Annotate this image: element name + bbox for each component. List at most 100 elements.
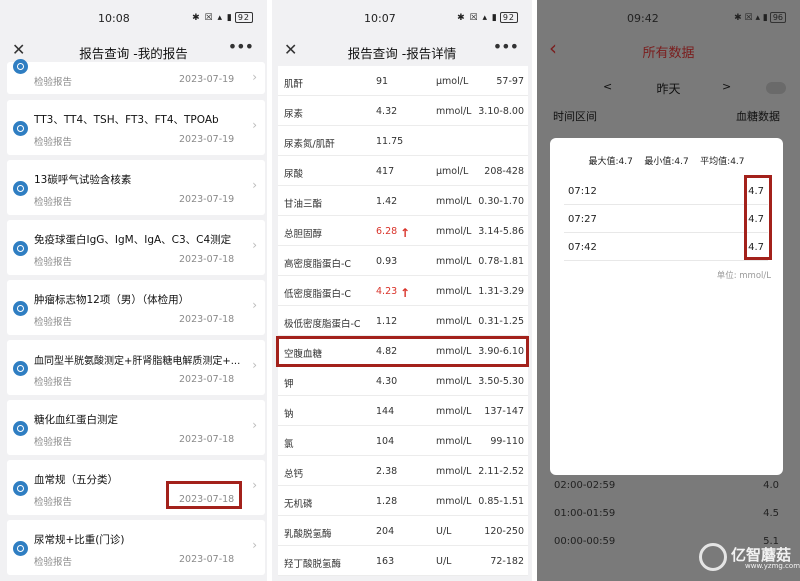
reference-range: 3.10-8.00 bbox=[478, 106, 524, 117]
report-name: 13碳呼气试验含核素 bbox=[34, 174, 132, 186]
report-item[interactable]: 肿瘤标志物12项（男）（体检用） 检验报告 2023-07-18 › bbox=[7, 280, 265, 335]
my-reports-screen: 10:08 ✱ ☒ ▴ ▮ 92 ✕ 报告查询 -我的报告 ••• 检验报告 20… bbox=[0, 0, 267, 581]
max-value: 4.7 bbox=[618, 157, 633, 167]
reference-range: 1.31-3.29 bbox=[478, 286, 524, 297]
report-icon bbox=[13, 301, 28, 316]
reference-range: 72-182 bbox=[490, 556, 524, 567]
reference-range: 137-147 bbox=[484, 406, 524, 417]
test-unit: μmol/L bbox=[436, 76, 469, 87]
test-unit: U/L bbox=[436, 526, 452, 537]
test-value: 2.38 bbox=[376, 466, 398, 477]
battery-level: 92 bbox=[234, 12, 253, 23]
table-row: 钾 4.30 mmol/L 3.50-5.30 bbox=[278, 366, 528, 396]
up-arrow-icon: ↑ bbox=[400, 226, 411, 240]
test-unit: mmol/L bbox=[436, 406, 472, 417]
status-icons: ✱ ☒ ▴ ▮ 92 bbox=[457, 12, 518, 23]
test-item: 氯 bbox=[284, 439, 294, 450]
test-item: 尿素氮/肌酐 bbox=[284, 139, 335, 150]
test-unit: μmol/L bbox=[436, 166, 469, 177]
test-unit: U/L bbox=[436, 556, 452, 567]
list-item[interactable]: 02:00-02:59 4.0 bbox=[550, 474, 783, 501]
reference-range: 120-250 bbox=[484, 526, 524, 537]
test-item: 低密度脂蛋白-C bbox=[284, 289, 352, 300]
reference-range: 0.30-1.70 bbox=[478, 196, 524, 207]
nav-bar: ‹ 所有数据 bbox=[537, 34, 800, 68]
test-value: 204 bbox=[376, 526, 395, 537]
test-value: 6.28 bbox=[376, 226, 398, 237]
test-value: 4.32 bbox=[376, 106, 398, 117]
test-item: 尿酸 bbox=[284, 169, 304, 180]
report-item[interactable]: 免疫球蛋白IgG、IgM、IgA、C3、C4测定 检验报告 2023-07-18… bbox=[7, 220, 265, 275]
report-item[interactable]: 血同型半胱氨酸测定+肝肾脂糖电解质测定+... 检验报告 2023-07-18 … bbox=[7, 340, 265, 395]
report-type: 检验报告 bbox=[34, 557, 73, 568]
report-date: 2023-07-18 bbox=[179, 314, 235, 325]
report-item[interactable]: 尿常规+比重(门诊) 检验报告 2023-07-18 › bbox=[7, 520, 265, 575]
test-item: 总胆固醇 bbox=[284, 229, 323, 240]
report-icon bbox=[13, 361, 28, 376]
table-row: 乳酸脱氢酶 204 U/L 120-250 bbox=[278, 516, 528, 546]
min-value: 4.7 bbox=[674, 157, 689, 167]
glucose-value: 4.5 bbox=[763, 508, 779, 519]
more-icon[interactable]: ••• bbox=[228, 37, 254, 56]
reference-range: 0.78-1.81 bbox=[478, 256, 524, 267]
more-icon[interactable]: ••• bbox=[493, 37, 519, 56]
reference-range: 0.31-1.25 bbox=[478, 316, 524, 327]
report-type: 检验报告 bbox=[34, 377, 73, 388]
test-value: 163 bbox=[376, 556, 395, 567]
report-date: 2023-07-19 bbox=[179, 134, 235, 145]
test-unit: mmol/L bbox=[436, 226, 472, 237]
report-detail-screen: 10:07 ✱ ☒ ▴ ▮ 92 ✕ 报告查询 -报告详情 ••• 肌酐 91 μmo… bbox=[272, 0, 532, 581]
list-item[interactable]: 01:00-01:59 4.5 bbox=[550, 502, 783, 529]
report-date: 2023-07-19 bbox=[179, 194, 235, 205]
reading-time: 07:27 bbox=[568, 214, 597, 225]
test-unit: mmol/L bbox=[436, 466, 472, 477]
report-item[interactable]: 13碳呼气试验含核素 检验报告 2023-07-19 › bbox=[7, 160, 265, 215]
nav-bar: ✕ 报告查询 -报告详情 ••• bbox=[272, 34, 532, 68]
chevron-right-icon: › bbox=[252, 538, 257, 552]
status-bar: 10:07 ✱ ☒ ▴ ▮ 92 bbox=[272, 0, 532, 34]
chevron-right-icon: › bbox=[252, 178, 257, 192]
report-icon bbox=[13, 541, 28, 556]
stats-summary: 最大值:4.7 最小值:4.7 平均值:4.7 bbox=[550, 154, 783, 167]
test-item: 高密度脂蛋白-C bbox=[284, 259, 352, 270]
time-range: 01:00-01:59 bbox=[554, 508, 616, 519]
report-type: 检验报告 bbox=[34, 317, 73, 328]
reference-range: 99-110 bbox=[490, 436, 524, 447]
report-name: 血常规（五分类） bbox=[34, 474, 118, 486]
table-row: 低密度脂蛋白-C 4.23 mmol/L 1.31-3.29 ↑ bbox=[278, 276, 528, 306]
test-item: 甘油三酯 bbox=[284, 199, 323, 210]
day-label: 昨天 bbox=[656, 82, 681, 96]
values-highlight-box bbox=[744, 175, 772, 260]
test-unit: mmol/L bbox=[436, 316, 472, 327]
chevron-right-icon: › bbox=[252, 238, 257, 252]
test-item: 尿素 bbox=[284, 109, 304, 120]
report-item[interactable]: 检验报告 2023-07-19 › bbox=[7, 59, 265, 94]
reference-range: 0.85-1.51 bbox=[478, 496, 524, 507]
table-row: 总钙 2.38 mmol/L 2.11-2.52 bbox=[278, 456, 528, 486]
reading-row: 07:42 4.7 bbox=[564, 234, 768, 261]
test-unit: mmol/L bbox=[436, 376, 472, 387]
table-row: 无机磷 1.28 mmol/L 0.85-1.51 bbox=[278, 486, 528, 516]
test-value: 11.75 bbox=[376, 136, 404, 147]
report-type: 检验报告 bbox=[34, 257, 73, 268]
next-day-button[interactable]: > bbox=[722, 80, 731, 93]
test-value: 417 bbox=[376, 166, 395, 177]
chevron-right-icon: › bbox=[252, 418, 257, 432]
toggle-switch[interactable] bbox=[766, 82, 786, 94]
report-item[interactable]: TT3、TT4、TSH、FT3、FT4、TPOAb 检验报告 2023-07-1… bbox=[7, 100, 265, 155]
glucose-value: 4.0 bbox=[763, 480, 779, 491]
report-type: 检验报告 bbox=[34, 77, 73, 88]
report-type: 检验报告 bbox=[34, 137, 73, 148]
watermark-url: www.yzmg.com bbox=[745, 562, 800, 570]
report-item[interactable]: 糖化血红蛋白测定 检验报告 2023-07-18 › bbox=[7, 400, 265, 455]
report-date: 2023-07-19 bbox=[179, 74, 235, 85]
report-icon bbox=[13, 241, 28, 256]
hour-detail-modal: 最大值:4.7 最小值:4.7 平均值:4.7 07:12 4.7 07:27 … bbox=[550, 138, 783, 475]
chevron-right-icon: › bbox=[252, 118, 257, 132]
reference-range: 57-97 bbox=[496, 76, 524, 87]
glucose-highlight-box bbox=[276, 336, 529, 367]
test-value: 1.42 bbox=[376, 196, 398, 207]
report-icon bbox=[13, 421, 28, 436]
battery-level: 96 bbox=[769, 12, 786, 23]
time-range: 00:00-00:59 bbox=[554, 536, 616, 547]
